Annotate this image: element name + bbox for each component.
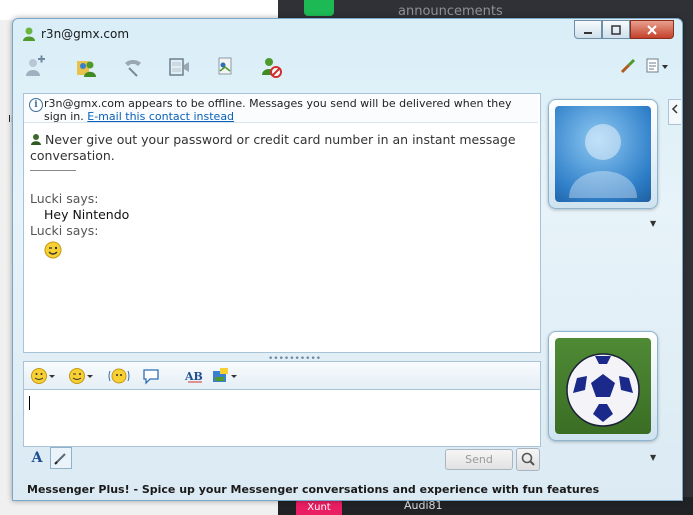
buddy-silhouette-icon <box>569 124 637 198</box>
speech-bubble-icon <box>143 369 159 385</box>
wink-smiley-icon <box>44 241 62 259</box>
block-contact-icon <box>262 58 282 78</box>
user-display-picture[interactable] <box>548 331 658 441</box>
emoticon-menu-button[interactable] <box>30 367 56 385</box>
video-button[interactable] <box>165 53 193 81</box>
window-title: r3n@gmx.com <box>41 27 130 41</box>
message-input[interactable] <box>23 389 541 447</box>
contacts-folder-icon <box>77 61 96 77</box>
status-bar-text: Messenger Plus! - Spice up your Messenge… <box>27 483 600 496</box>
maximize-button[interactable] <box>602 20 630 39</box>
user-picture-menu[interactable]: ▼ <box>650 453 656 462</box>
window-controls <box>574 20 674 39</box>
paintbrush-icon <box>620 58 636 74</box>
wink-icon <box>69 368 85 384</box>
info-icon: i <box>29 98 43 112</box>
share-files-button[interactable] <box>73 53 101 81</box>
search-button[interactable] <box>516 448 540 471</box>
security-warning-text: Never give out your password or credit c… <box>30 132 516 163</box>
close-icon <box>647 24 657 35</box>
activities-icon <box>218 57 232 75</box>
font-button[interactable]: A <box>27 448 47 468</box>
nudge-button[interactable] <box>108 367 130 385</box>
message-text: Hey Nintendo <box>44 207 130 222</box>
security-warning: Never give out your password or credit c… <box>30 132 530 164</box>
messenger-buddy-icon <box>23 27 35 41</box>
text-caret <box>29 396 30 410</box>
block-contact-button[interactable] <box>257 53 285 81</box>
wink-menu-button[interactable] <box>68 367 94 385</box>
contact-warning-icon <box>31 134 41 145</box>
chevron-down-icon <box>87 375 93 378</box>
send-button[interactable]: Send <box>445 449 513 470</box>
smiley-icon <box>31 368 47 384</box>
nudge-icon <box>108 368 130 384</box>
play-button-background <box>304 0 334 16</box>
close-button[interactable] <box>630 20 674 39</box>
message-sender: Lucki says: <box>30 223 99 238</box>
offline-info-bar: i r3n@gmx.com appears to be offline. Mes… <box>24 94 538 123</box>
title-bar[interactable]: r3n@gmx.com <box>13 19 682 49</box>
svg-text:AB: AB <box>184 370 203 383</box>
spell-check-button[interactable]: AB <box>184 367 206 385</box>
spellcheck-icon: AB <box>184 370 203 383</box>
minimize-icon <box>584 31 592 34</box>
activities-button[interactable] <box>211 53 239 81</box>
conversation-history[interactable]: i r3n@gmx.com appears to be offline. Mes… <box>23 93 541 353</box>
contact-picture-menu[interactable]: ▼ <box>650 219 656 228</box>
background-channel-name: announcements <box>398 4 503 19</box>
invite-contact-button[interactable] <box>21 53 49 81</box>
chevron-down-icon <box>49 375 55 378</box>
offline-info-text: r3n@gmx.com appears to be offline. Messa… <box>44 97 536 123</box>
video-film-icon <box>169 58 189 76</box>
message-sender: Lucki says: <box>30 191 99 206</box>
search-icon <box>521 452 535 466</box>
collapse-pictures-button[interactable] <box>668 99 681 125</box>
compose-toolbar: AB <box>23 361 541 390</box>
chevron-left-icon <box>671 104 678 114</box>
desktop-background-strip <box>0 0 278 20</box>
soccer-ball-icon <box>566 353 640 427</box>
warning-separator <box>30 170 76 171</box>
theme-paint-button[interactable] <box>619 57 637 78</box>
menu-options-button[interactable] <box>645 57 671 78</box>
handwriting-button[interactable] <box>50 447 72 469</box>
pen-icon <box>54 453 66 465</box>
call-button[interactable] <box>119 53 147 81</box>
main-toolbar <box>21 51 671 85</box>
voice-clip-button[interactable] <box>142 367 160 385</box>
default-avatar-image <box>555 106 651 202</box>
maximize-icon <box>611 24 621 35</box>
soccer-ball-image <box>555 338 651 434</box>
contact-display-picture[interactable] <box>548 99 658 209</box>
chevron-down-icon <box>231 375 237 378</box>
minimize-button[interactable] <box>574 20 602 39</box>
messenger-conversation-window: r3n@gmx.com i r3n@gmx.com appears to be … <box>12 18 683 501</box>
background-picker-button[interactable] <box>212 367 238 385</box>
phone-icon <box>125 60 141 77</box>
menu-dropdown-icon <box>646 58 668 73</box>
email-contact-link[interactable]: E-mail this contact instead <box>87 110 234 123</box>
background-picture-icon <box>213 368 228 382</box>
invite-contact-icon <box>26 55 45 76</box>
background-tag: Xunt <box>296 500 342 515</box>
